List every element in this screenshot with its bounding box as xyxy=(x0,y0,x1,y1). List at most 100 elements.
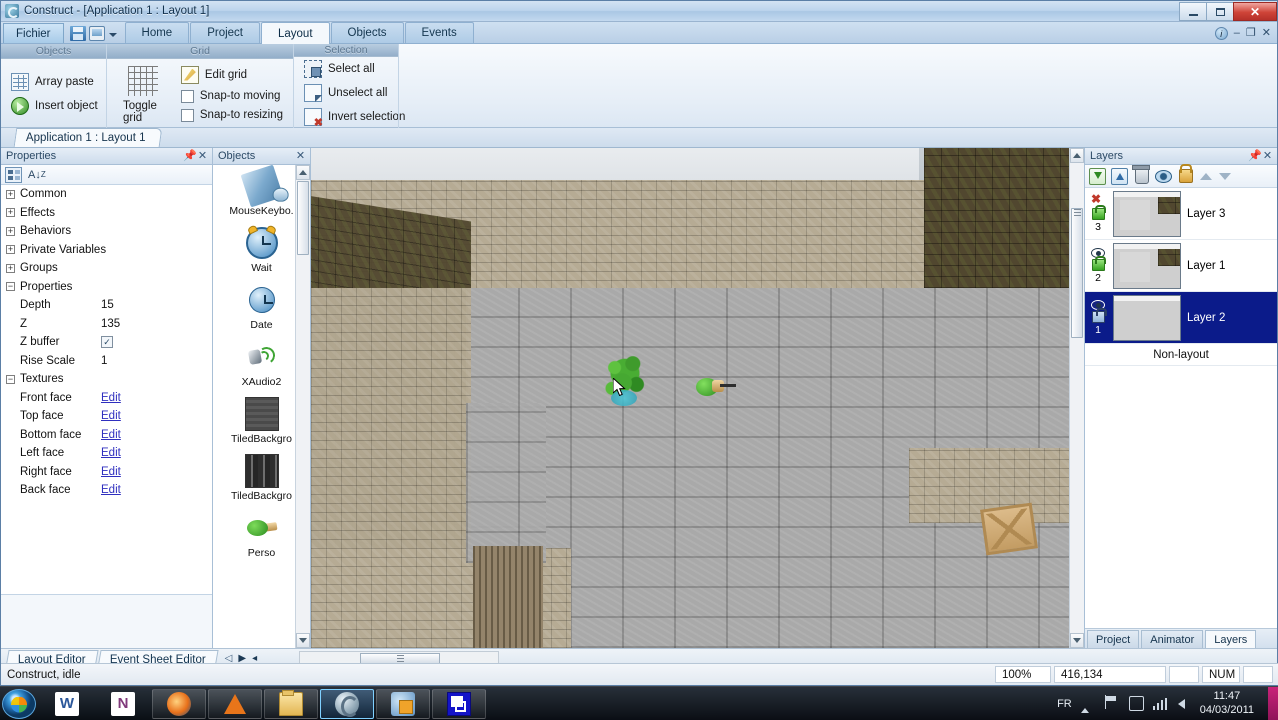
edit-link[interactable]: Edit xyxy=(101,410,121,422)
delete-layer-icon[interactable] xyxy=(1133,168,1150,185)
property-row-front-face[interactable]: Front face Edit xyxy=(1,389,212,408)
property-value[interactable]: 15 xyxy=(101,299,114,311)
insert-object-button[interactable]: Insert object xyxy=(7,96,102,116)
minimize-button[interactable] xyxy=(1179,2,1206,21)
status-zoom[interactable]: 100% xyxy=(995,666,1051,683)
taskbar-vlc[interactable] xyxy=(208,688,262,719)
property-row-top-face[interactable]: Top face Edit xyxy=(1,407,212,426)
network-icon[interactable] xyxy=(1152,697,1167,710)
scroll-down-icon[interactable] xyxy=(1070,633,1084,648)
add-layer-icon[interactable] xyxy=(1089,167,1106,185)
taskbar-explorer[interactable] xyxy=(264,688,318,719)
edit-link[interactable]: Edit xyxy=(101,484,121,496)
scrollbar-thumb[interactable] xyxy=(1071,208,1083,338)
edit-grid-button[interactable]: Edit grid xyxy=(177,65,287,85)
language-indicator[interactable]: FR xyxy=(1057,698,1072,710)
property-category-private-variables[interactable]: + Private Variables xyxy=(1,241,212,260)
document-tab-layout1[interactable]: Application 1 : Layout 1 xyxy=(13,128,162,147)
edit-link[interactable]: Edit xyxy=(101,429,121,441)
file-menu-button[interactable]: Fichier xyxy=(3,23,64,43)
show-hidden-icons[interactable] xyxy=(1080,696,1096,713)
non-layout-row[interactable]: Non-layout xyxy=(1085,344,1277,366)
property-row-back-face[interactable]: Back face Edit xyxy=(1,481,212,500)
layers-pin-icon[interactable]: 📌 xyxy=(1248,150,1262,162)
edit-link[interactable]: Edit xyxy=(101,466,121,478)
objects-close-icon[interactable]: ✕ xyxy=(294,150,307,162)
scroll-up-icon[interactable] xyxy=(296,165,310,180)
select-all-button[interactable]: Select all xyxy=(300,59,409,79)
move-layer-up-icon[interactable] xyxy=(1199,169,1213,183)
property-category-effects[interactable]: + Effects xyxy=(1,204,212,223)
layout-editor-canvas[interactable] xyxy=(311,148,1084,648)
help-icon[interactable]: i xyxy=(1214,27,1228,40)
property-row-bottom-face[interactable]: Bottom face Edit xyxy=(1,426,212,445)
taskbar-clock[interactable]: 11:47 04/03/2011 xyxy=(1200,690,1260,718)
canvas-vertical-scrollbar[interactable] xyxy=(1069,148,1084,648)
expander-icon[interactable]: + xyxy=(6,226,15,236)
z-buffer-checkbox[interactable]: ✓ xyxy=(101,336,113,349)
mdi-restore-button[interactable]: ❐ xyxy=(1246,28,1256,39)
layer-locked-icon[interactable] xyxy=(1091,307,1107,323)
snap-to-moving-checkbox[interactable]: Snap-to moving xyxy=(177,89,287,104)
taskbar-construct[interactable] xyxy=(320,688,374,719)
save-icon[interactable] xyxy=(69,26,86,41)
action-center-flag-icon[interactable] xyxy=(1104,695,1120,711)
volume-icon[interactable] xyxy=(1176,696,1191,711)
crate-sprite[interactable] xyxy=(980,502,1038,556)
property-value[interactable]: 135 xyxy=(101,318,120,330)
property-category-textures[interactable]: − Textures xyxy=(1,370,212,389)
property-value[interactable]: 1 xyxy=(101,355,107,367)
tab-home[interactable]: Home xyxy=(124,22,190,43)
expander-icon[interactable]: − xyxy=(6,374,15,384)
property-category-common[interactable]: + Common xyxy=(1,185,212,204)
layer-row-2[interactable]: 1 Layer 2 xyxy=(1085,292,1277,344)
property-row-right-face[interactable]: Right face Edit xyxy=(1,463,212,482)
properties-pin-icon[interactable]: 📌 xyxy=(183,150,197,162)
edit-link[interactable]: Edit xyxy=(101,392,121,404)
mdi-close-button[interactable]: ✕ xyxy=(1262,28,1271,39)
layer-unlocked-icon[interactable] xyxy=(1091,204,1106,220)
objects-vertical-scrollbar[interactable] xyxy=(295,165,310,648)
taskbar-media[interactable] xyxy=(376,688,430,719)
tab-project[interactable]: Project xyxy=(190,22,260,43)
tab-project-panel[interactable]: Project xyxy=(1087,630,1140,648)
taskbar-firefox[interactable] xyxy=(152,688,206,719)
add-layer-above-icon[interactable] xyxy=(1111,167,1128,185)
property-row-z[interactable]: Z 135 xyxy=(1,315,212,334)
qat-dropdown-icon[interactable] xyxy=(108,27,119,41)
tab-layers-panel[interactable]: Layers xyxy=(1205,630,1257,648)
categorized-view-icon[interactable] xyxy=(5,166,22,183)
tab-animator-panel[interactable]: Animator xyxy=(1141,630,1204,648)
tab-objects[interactable]: Objects xyxy=(330,22,404,43)
array-paste-button[interactable]: Array paste xyxy=(7,72,102,92)
toggle-visibility-icon[interactable] xyxy=(1155,168,1172,185)
tab-layout[interactable]: Layout xyxy=(261,22,330,44)
mdi-minimize-button[interactable]: – xyxy=(1234,28,1240,39)
preview-icon[interactable] xyxy=(88,26,105,41)
alphabetical-sort-icon[interactable]: A↓ Z xyxy=(28,169,46,181)
property-row-z-buffer[interactable]: Z buffer ✓ xyxy=(1,333,212,352)
taskbar-onenote[interactable]: N xyxy=(96,689,150,719)
property-category-properties[interactable]: − Properties xyxy=(1,278,212,297)
snap-to-resizing-checkbox[interactable]: Snap-to resizing xyxy=(177,108,287,123)
layer-unlocked-icon[interactable] xyxy=(1091,255,1106,271)
invert-selection-button[interactable]: Invert selection xyxy=(300,107,409,129)
expander-icon[interactable]: + xyxy=(6,189,15,199)
property-category-behaviors[interactable]: + Behaviors xyxy=(1,222,212,241)
expander-icon[interactable]: + xyxy=(6,263,15,273)
taskbar-app-blue[interactable] xyxy=(432,688,486,719)
layer-row-3[interactable]: 3 Layer 3 xyxy=(1085,188,1277,240)
show-desktop-button[interactable] xyxy=(1268,686,1278,720)
removable-media-icon[interactable] xyxy=(1128,696,1144,711)
layers-close-icon[interactable]: ✕ xyxy=(1261,150,1274,162)
property-row-rise-scale[interactable]: Rise Scale 1 xyxy=(1,352,212,371)
scrollbar-thumb[interactable] xyxy=(297,181,309,255)
toggle-lock-icon[interactable] xyxy=(1177,168,1194,185)
unselect-all-button[interactable]: Unselect all xyxy=(300,83,409,103)
expander-icon[interactable]: + xyxy=(6,245,15,255)
expander-icon[interactable]: + xyxy=(6,208,15,218)
property-row-depth[interactable]: Depth 15 xyxy=(1,296,212,315)
toggle-grid-button[interactable]: Toggle grid xyxy=(113,64,173,124)
scroll-up-icon[interactable] xyxy=(1070,148,1084,163)
character-sprite[interactable] xyxy=(696,376,736,398)
